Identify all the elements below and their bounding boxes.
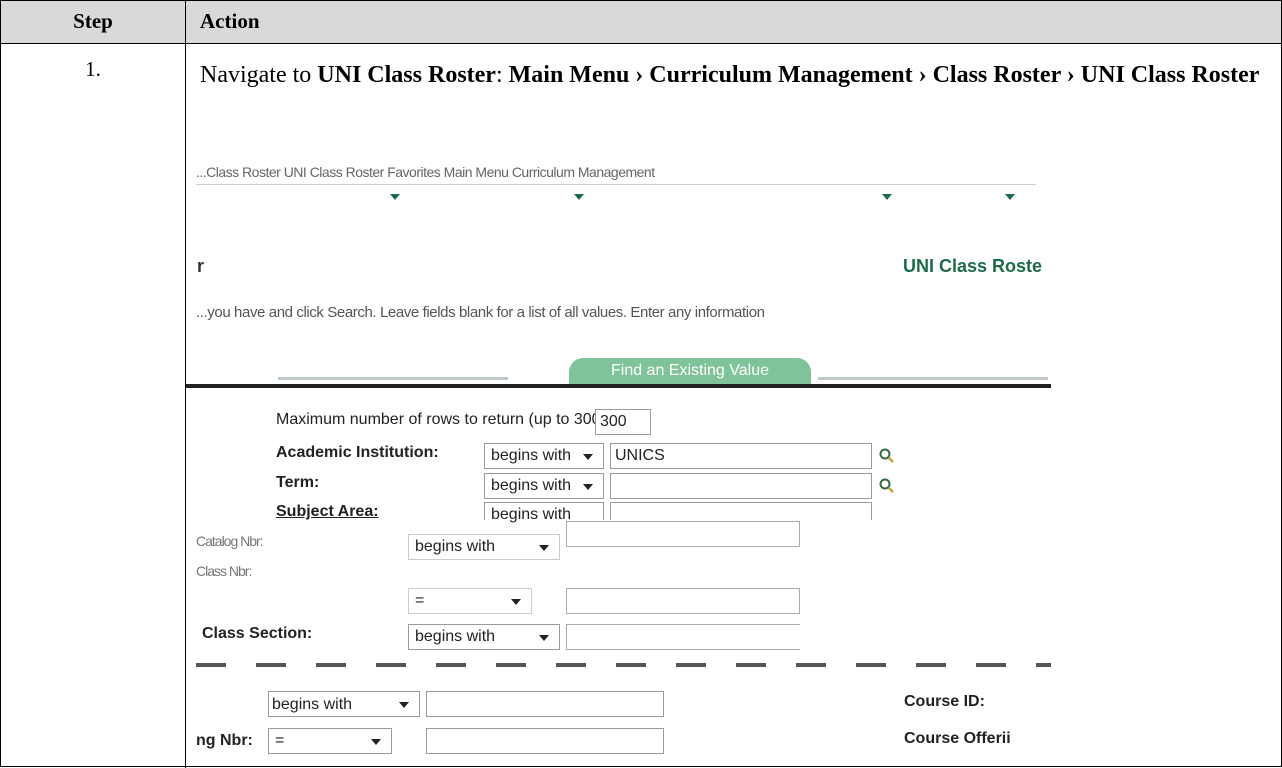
chevron-down-icon [511,599,521,605]
max-rows-input[interactable]: 300 [595,409,651,435]
page-title: UNI Class Roste [902,256,1042,276]
instruction-path: Main Menu › Curriculum Management › Clas… [508,62,1260,88]
tab-find-existing-value[interactable]: Find an Existing Value [569,358,811,386]
header-step: Step [73,9,113,33]
search-page-screenshot: ...Class Roster UNI Class Roster Favorit… [186,151,1051,766]
institution-operator-select[interactable]: begins with [484,443,604,469]
class-section-operator-select[interactable]: begins with [408,624,560,650]
instruction-prefix: Navigate to [200,62,318,88]
chevron-down-icon[interactable] [574,194,584,200]
chevron-down-icon [583,454,593,460]
catalog-label: Catalog Nbr: [196,533,264,549]
chevron-down-icon [539,635,549,641]
term-operator: begins with [491,477,572,494]
class-nbr-input[interactable] [566,588,800,614]
term-operator-select[interactable]: begins with [484,473,604,499]
chevron-down-icon[interactable] [882,194,892,200]
nav-divider [196,184,1036,185]
chevron-down-icon [399,702,409,708]
class-nbr-operator: = [415,592,425,609]
step-instruction: Navigate to UNI Class Roster: Main Menu … [200,57,1260,93]
search-instructions: ...you have and click Search. Leave fiel… [196,304,765,321]
course-offering-prefix: ng Nbr: [196,732,253,749]
institution-operator: begins with [491,447,572,464]
course-offering-operator-select[interactable]: = [268,728,392,754]
step-number: 1. [85,57,101,81]
chevron-down-icon [539,545,549,551]
catalog-input[interactable] [566,521,800,547]
subject-input[interactable] [610,502,872,520]
table-header-row [1,1,1281,44]
chevron-down-icon [371,739,381,745]
class-section-label: Class Section: [202,625,313,642]
header-action: Action [200,9,260,33]
subject-operator: begins with [491,506,572,523]
max-rows-label: Maximum number of rows to return (up to … [276,411,611,428]
tab-divider-faint [278,377,508,380]
class-nbr-label: Class Nbr: [196,563,252,579]
page-title-fragment: r [197,256,205,276]
course-id-input[interactable] [426,691,664,717]
term-label: Term: [276,474,320,491]
course-id-label: Course ID: [904,693,985,710]
institution-label: Academic Institution: [276,444,439,461]
instruction-colon: : [495,62,509,88]
row-divider [196,663,1051,667]
term-input[interactable] [610,473,872,499]
magnifier-icon[interactable] [879,478,895,494]
magnifier-icon[interactable] [879,448,895,464]
instruction-target: UNI Class Roster [317,62,496,88]
chevron-down-icon[interactable] [390,194,400,200]
nav-breadcrumb[interactable]: ...Class Roster UNI Class Roster Favorit… [196,164,655,180]
tab-divider-faint [818,377,1048,380]
class-section-operator: begins with [415,628,496,645]
tab-underline [186,384,1051,388]
course-offering-label: Course Offerii [904,730,1011,747]
course-offering-operator: = [275,732,285,749]
catalog-operator: begins with [415,538,496,555]
catalog-operator-select[interactable]: begins with [408,534,560,560]
subject-operator-select[interactable]: begins with [484,502,604,523]
class-nbr-operator-select[interactable]: = [408,588,532,614]
institution-input[interactable]: UNICS [610,443,872,469]
instruction-table: Step Action 1. Navigate to UNI Class Ros… [0,0,1282,768]
subject-label: Subject Area: [276,503,379,520]
course-offering-input[interactable] [426,728,664,754]
chevron-down-icon[interactable] [1005,194,1015,200]
class-section-input[interactable] [566,624,800,650]
chevron-down-icon [583,484,593,490]
course-id-operator-select[interactable] [268,691,420,717]
